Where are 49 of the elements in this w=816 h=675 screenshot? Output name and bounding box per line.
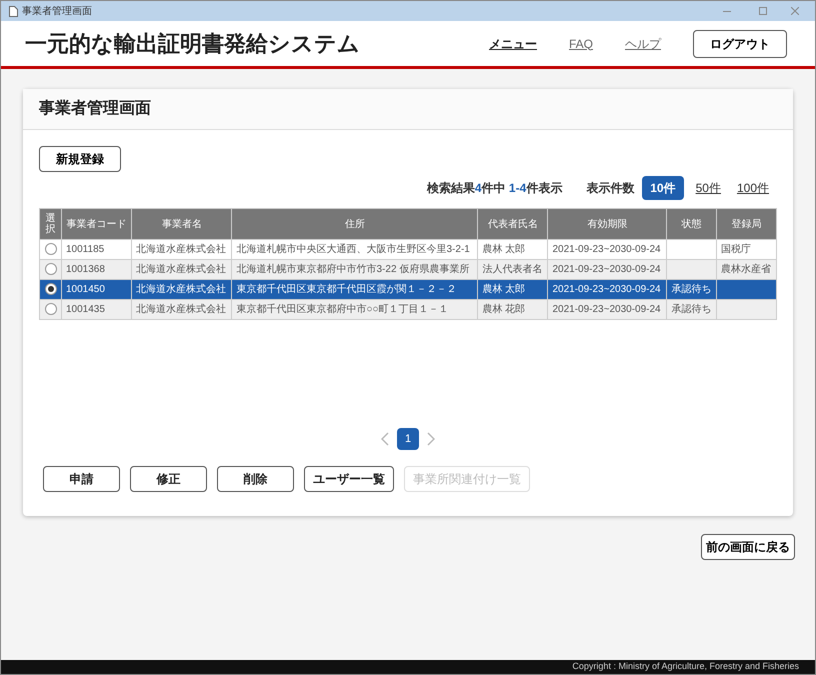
column-header: 状態 bbox=[666, 208, 717, 240]
app-title: 一元的な輸出証明書発給システム bbox=[25, 30, 360, 58]
previous-page-icon[interactable] bbox=[381, 432, 389, 446]
page-size-option[interactable]: 50件 bbox=[692, 176, 725, 200]
table-cell: 北海道水産株式会社 bbox=[132, 300, 232, 320]
column-header: 代表者氏名 bbox=[478, 208, 548, 240]
document-icon bbox=[9, 6, 18, 16]
minimize-icon[interactable] bbox=[723, 10, 731, 12]
window-title: 事業者管理画面 bbox=[22, 4, 92, 18]
result-count: 検索結果4件中 1-4件表示 bbox=[426, 180, 562, 197]
table-cell: 承認待ち bbox=[666, 300, 717, 320]
column-header: 有効期限 bbox=[548, 208, 667, 240]
table-row[interactable]: 1001185 北海道水産株式会社 北海道札幌市中央区大通西、大阪市生野区今里3-2-1 農林 太郎 2021-09-23~2030-09-24 国税庁 bbox=[40, 240, 776, 260]
table-cell: 2021-09-23~2030-09-24 bbox=[548, 300, 667, 320]
table-row[interactable]: 1001368 北海道水産株式会社 北海道札幌市東京都府中市竹市3-22 仮府県農事業所 法人代表者名 2021-09-23~2030-09-24 農林水産省 bbox=[40, 260, 776, 280]
column-header: 事業者名 bbox=[132, 208, 232, 240]
page-size-label: 表示件数 bbox=[586, 180, 634, 197]
page-size-option[interactable]: 10件 bbox=[642, 176, 684, 200]
next-page-icon[interactable] bbox=[427, 432, 435, 446]
page-title: 事業者管理画面 bbox=[39, 100, 151, 117]
column-header: 事業者コード bbox=[62, 208, 132, 240]
page-size-option[interactable]: 100件 bbox=[732, 176, 773, 200]
radio-button[interactable] bbox=[44, 263, 56, 276]
close-icon[interactable] bbox=[791, 7, 799, 15]
copyright-text: Copyright : Ministry of Agriculture, Forestry and Fisheries bbox=[572, 660, 799, 674]
page-number[interactable]: 1 bbox=[397, 428, 419, 450]
action-button[interactable]: 修正 bbox=[130, 466, 207, 492]
column-header: 登録局 bbox=[716, 208, 776, 240]
table-cell: 農林 花郎 bbox=[478, 300, 548, 320]
table-cell: 東京都千代田区東京都府中市○○町１丁目１－１ bbox=[232, 300, 478, 320]
action-button[interactable]: 申請 bbox=[43, 466, 120, 492]
new-registration-button[interactable]: 新規登録 bbox=[39, 146, 121, 172]
header-link[interactable]: FAQ bbox=[568, 34, 593, 52]
table-cell: 1001435 bbox=[62, 300, 132, 320]
table-row[interactable]: 1001450 北海道水産株式会社 東京都千代田区東京都千代田区霞が関１－２－２ 農林 太郎 2021-09-23~2030-09-24 承認待ち bbox=[40, 280, 776, 300]
column-header: 住所 bbox=[232, 208, 478, 240]
maximize-icon[interactable] bbox=[759, 7, 767, 15]
action-button[interactable]: ユーザー一覧 bbox=[304, 466, 394, 492]
header-link[interactable]: ヘルプ bbox=[625, 34, 661, 52]
back-button[interactable]: 前の画面に戻る bbox=[701, 534, 795, 560]
table-row[interactable]: 1001435 北海道水産株式会社 東京都千代田区東京都府中市○○町１丁目１－１ 農林 花郎 2021-09-23~2030-09-24 承認待ち bbox=[40, 300, 776, 320]
logout-button[interactable]: ログアウト bbox=[693, 30, 787, 58]
radio-button[interactable] bbox=[44, 283, 56, 296]
column-header: 選択 bbox=[40, 208, 62, 240]
table-cell bbox=[716, 300, 776, 320]
header-link[interactable]: メニュー bbox=[488, 34, 537, 52]
action-button[interactable]: 削除 bbox=[217, 466, 294, 492]
radio-button[interactable] bbox=[44, 303, 56, 316]
radio-button[interactable] bbox=[44, 243, 56, 256]
